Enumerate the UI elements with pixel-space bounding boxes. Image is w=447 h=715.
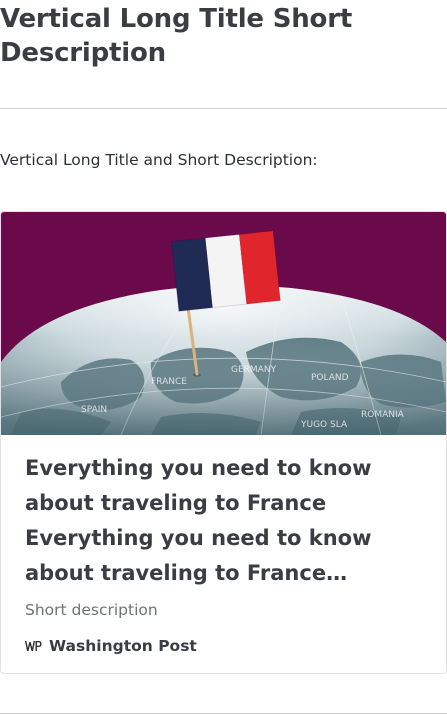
article-description: Short description [25, 601, 158, 619]
page-title: Vertical Long Title Short Description [0, 4, 353, 68]
article-title[interactable]: Everything you need to know about travel… [25, 451, 435, 591]
top-divider [0, 108, 447, 109]
svg-text:YUGO SLA: YUGO SLA [300, 420, 348, 430]
bottom-divider [0, 713, 447, 714]
section-label: Vertical Long Title and Short Descriptio… [0, 151, 318, 169]
svg-text:FRANCE: FRANCE [151, 377, 187, 387]
svg-text:POLAND: POLAND [311, 373, 349, 383]
washington-post-logo-icon [25, 638, 43, 654]
svg-text:ROMANIA: ROMANIA [361, 410, 405, 420]
svg-text:GERMANY: GERMANY [231, 365, 277, 375]
article-source: Washington Post [25, 635, 197, 657]
article-image: FRANCE GERMANY POLAND SPAIN ROMANIA YUGO… [1, 212, 446, 435]
svg-text:SPAIN: SPAIN [81, 405, 107, 415]
article-card[interactable]: FRANCE GERMANY POLAND SPAIN ROMANIA YUGO… [0, 211, 447, 674]
source-name: Washington Post [49, 637, 197, 655]
